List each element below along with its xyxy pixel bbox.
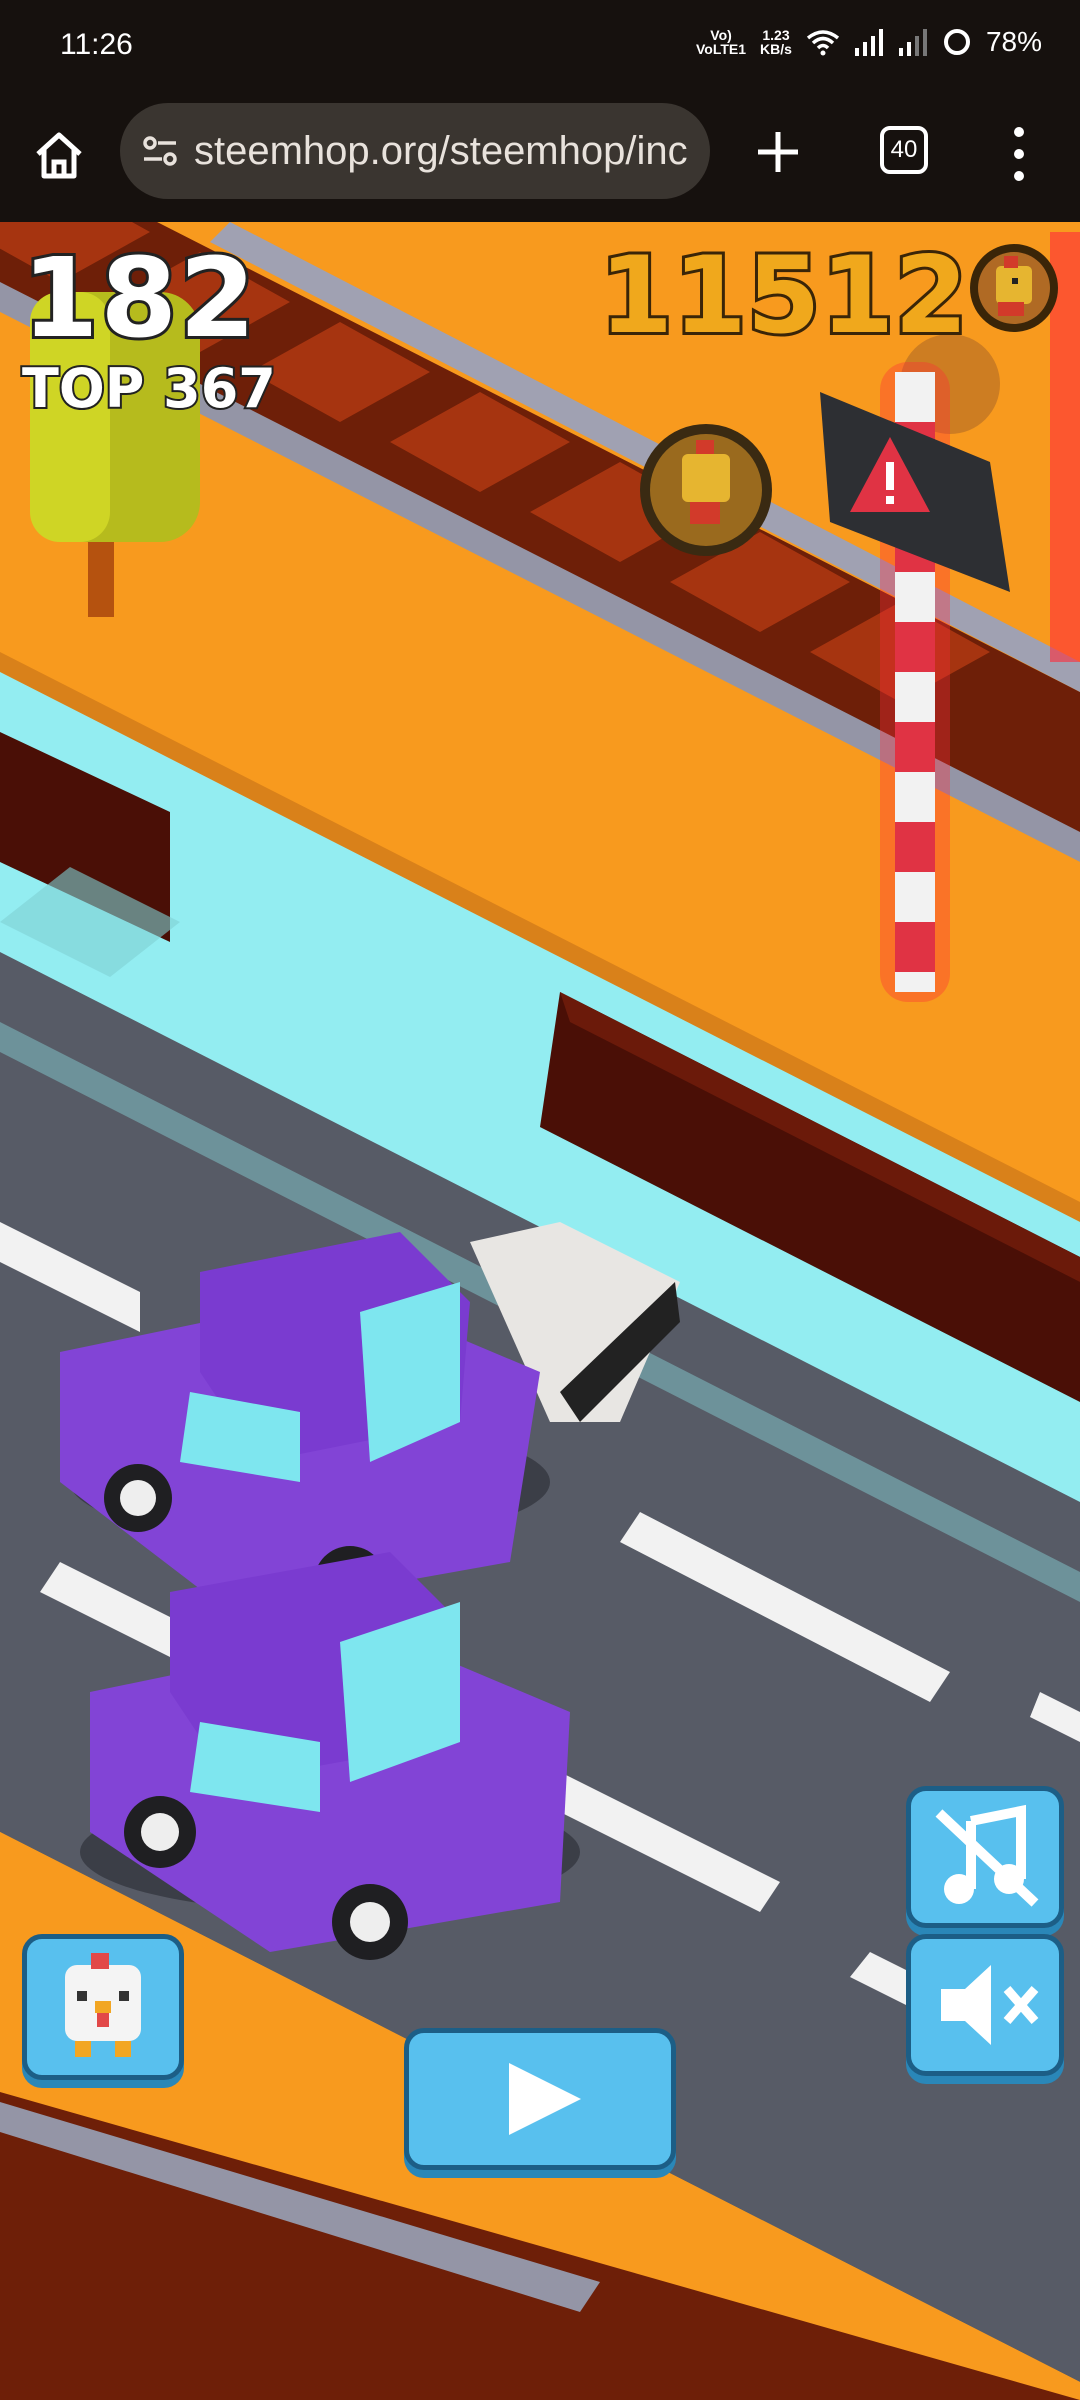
url-text[interactable]: steemhop.org/steemhop/inc [194,129,688,174]
status-bar: 11:26 Vo) VoLTE1 1.23 KB/s 78% [0,0,1080,100]
character-select-icon [65,1953,141,2057]
play-icon [509,2063,581,2135]
music-toggle-button[interactable] [906,1786,1064,1928]
site-settings-icon[interactable] [138,129,182,173]
signal-weak-icon [898,29,927,56]
coin-counter: 11512 [596,231,971,360]
music-muted-icon [935,1804,1039,1907]
play-button[interactable] [404,2028,676,2170]
battery-percent: 78% [985,26,1042,57]
top-score: TOP 367 [20,355,278,422]
network-speed: 1.23 KB/s [760,27,792,57]
chicken-coin-icon [970,244,1058,332]
sound-toggle-button[interactable] [906,1934,1064,2076]
menu-dots-icon[interactable] [1004,122,1034,186]
score-counter: 182 [19,231,259,365]
plus-icon[interactable] [748,122,808,182]
character-select-button[interactable] [22,1934,184,2080]
browser-toolbar: steemhop.org/steemhop/inc 40 [0,100,1080,222]
status-icons: Vo) VoLTE1 1.23 KB/s 78% [696,26,1042,58]
volte-indicator: Vo) VoLTE1 [696,27,747,57]
status-time: 11:26 [60,28,133,61]
wifi-icon [806,30,840,56]
sound-muted-icon [941,1965,1039,2045]
battery-ring-icon [943,29,970,55]
address-bar[interactable]: steemhop.org/steemhop/inc [120,103,710,199]
coin-icon [640,424,772,556]
game-canvas[interactable]: 182 TOP 367 11512 [0,222,1080,2400]
tab-count-button[interactable]: 40 [880,126,928,174]
home-icon[interactable] [28,124,90,186]
signal-icon [854,29,883,56]
